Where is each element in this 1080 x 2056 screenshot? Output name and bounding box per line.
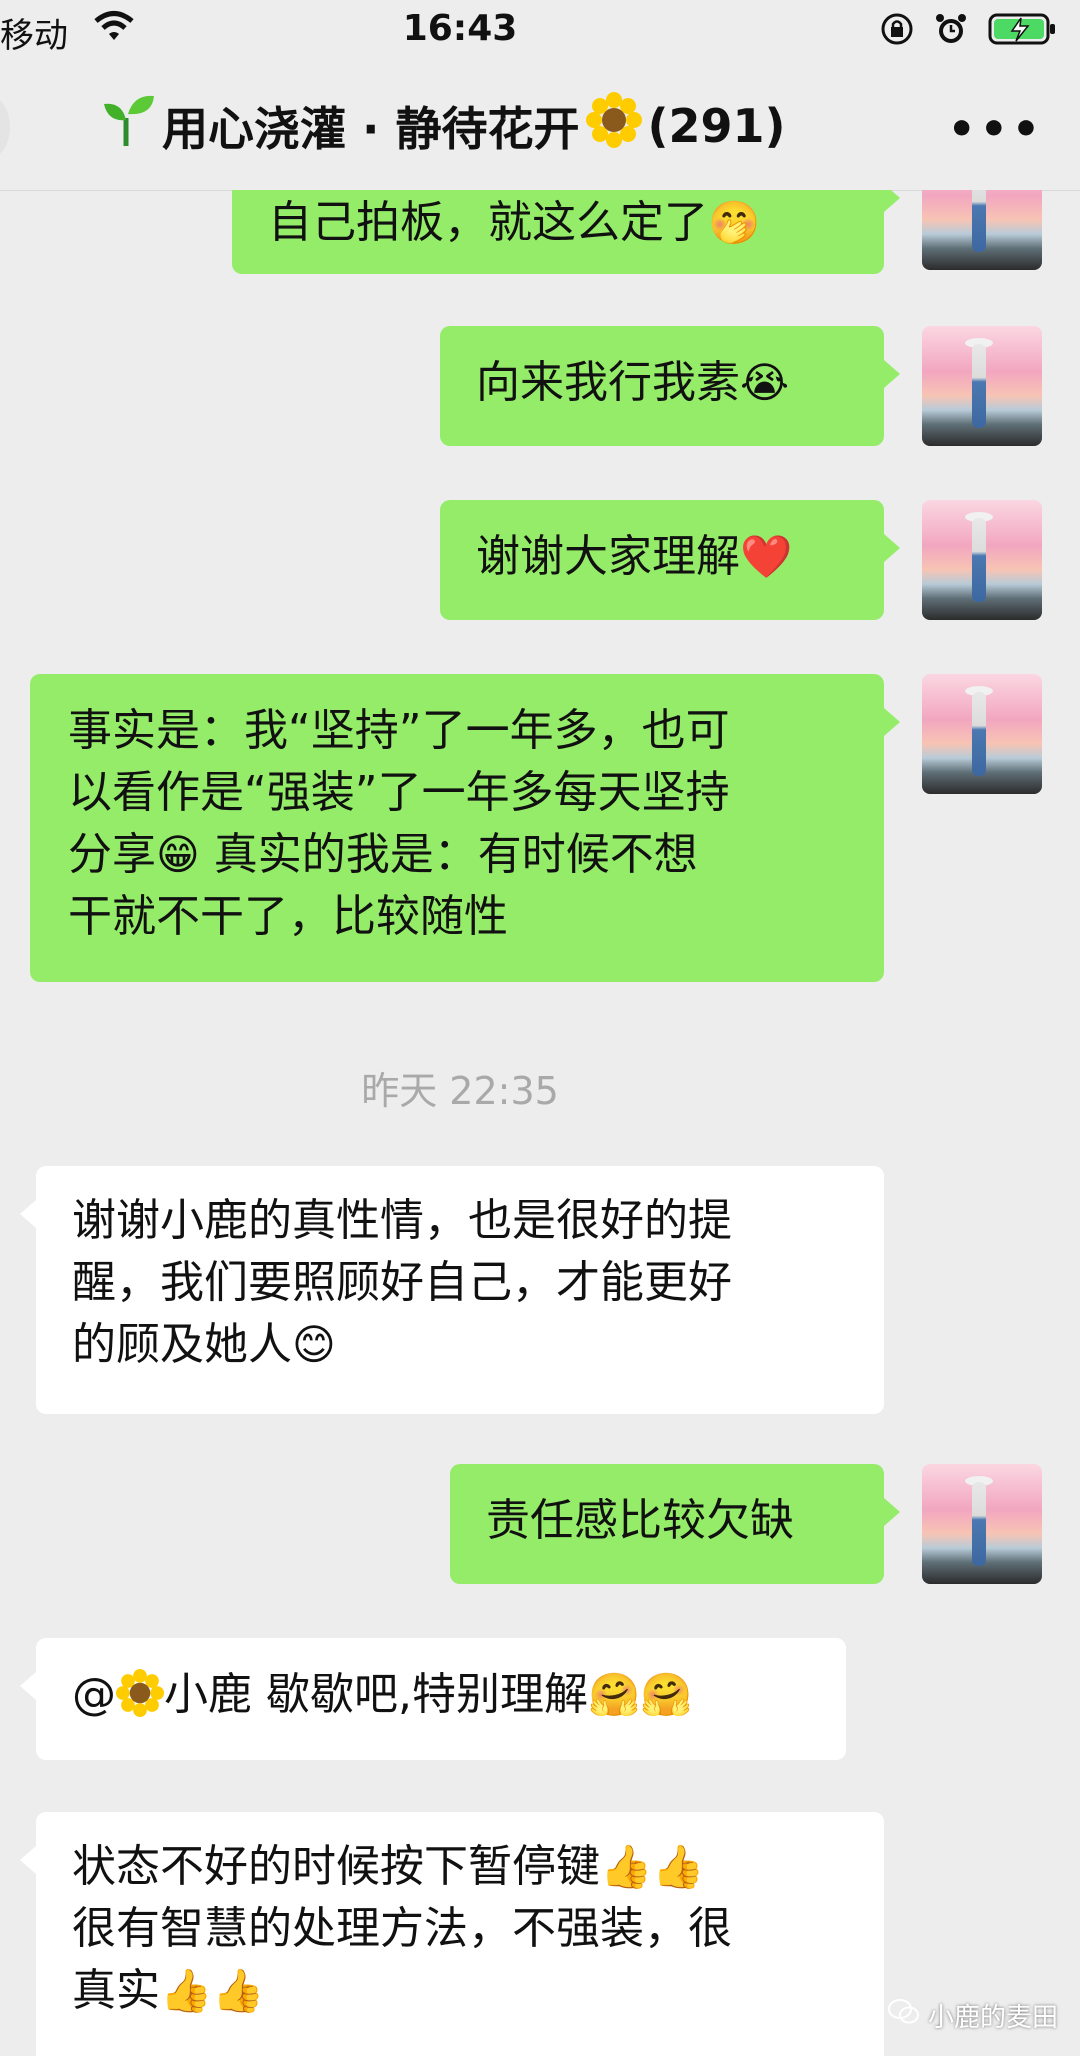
thumbs-up-emoji: 👍 [652, 1842, 705, 1891]
avatar[interactable] [922, 326, 1042, 446]
thumbs-up-emoji: 👍 [600, 1842, 653, 1891]
watermark-text: 小鹿的麦田 [927, 2003, 1058, 2033]
rotation-lock-icon [880, 12, 914, 55]
alarm-icon [934, 12, 968, 55]
message-bubble[interactable]: 责任感比较欠缺 [450, 1464, 900, 1584]
mention-name[interactable]: 小鹿 [164, 1669, 252, 1720]
message-bubble[interactable]: @ 小鹿 歇歇吧,特别理解🤗🤗 [20, 1638, 846, 1760]
battery-charging-icon [988, 12, 1058, 55]
heart-emoji: ❤️ [740, 532, 793, 581]
hugging-face-emoji: 🤗 [640, 1670, 693, 1719]
more-options-icon[interactable]: ••• [948, 104, 1044, 155]
chat-title: 用心浇灌 · 静待花开 (291) [100, 92, 786, 159]
message-text: 自己拍板，就这么定了 [268, 197, 708, 248]
grinning-face-emoji: 😁 [156, 830, 200, 879]
message-bubble[interactable]: 事实是：我“坚持”了一年多，也可 以看作是“强装”了一年多每天坚持 分享😁 真实… [30, 674, 900, 982]
message-text: 歇歇吧,特别理解 [266, 1669, 588, 1720]
back-button[interactable] [0, 96, 10, 158]
avatar[interactable] [922, 500, 1042, 620]
avatar[interactable] [922, 190, 1042, 270]
crying-face-emoji: 😭 [740, 358, 790, 407]
message-text: 向来我行我素 [476, 357, 740, 408]
clock: 16:43 [402, 8, 518, 49]
mention-prefix: @ [72, 1669, 116, 1720]
message-timestamp: 昨天 22:35 [361, 1069, 559, 1113]
message-line: 醒，我们要照顾好自己，才能更好 [72, 1257, 732, 1308]
message-bubble[interactable]: 向来我行我素😭 [440, 326, 900, 446]
chat-header: 用心浇灌 · 静待花开 (291) ••• [0, 64, 1080, 191]
message-bubble[interactable]: 状态不好的时候按下暂停键👍👍 很有智慧的处理方法，不强装，很 真实👍👍 [20, 1812, 884, 2056]
sunflower-icon [116, 1669, 164, 1734]
message-line: 状态不好的时候按下暂停键 [72, 1841, 600, 1892]
message-line: 的顾及她人 [72, 1319, 292, 1370]
member-count: (291) [647, 98, 786, 153]
message-line: 干就不干了，比较随性 [68, 891, 508, 942]
wechat-logo-icon [887, 1998, 920, 2033]
message-text: 责任感比较欠缺 [486, 1495, 794, 1546]
message-line: 事实是：我“坚持”了一年多，也可 [68, 705, 730, 756]
message-bubble[interactable]: 谢谢大家理解❤️ [440, 500, 900, 620]
message-line: 分享 [68, 829, 156, 880]
chat-messages[interactable]: 自己拍板，就这么定了🤭 向来我行我素😭 谢谢大家理解❤️ 事实是：我“坚持”了一… [0, 190, 1080, 2056]
message-line: 真实 [72, 1965, 160, 2016]
hugging-face-emoji: 🤗 [588, 1670, 641, 1719]
message-bubble[interactable]: 谢谢小鹿的真性情，也是很好的提 醒，我们要照顾好自己，才能更好 的顾及她人😊 [20, 1166, 884, 1414]
group-name: 用心浇灌 · 静待花开 [162, 101, 580, 156]
thumbs-up-emoji: 👍 [212, 1966, 265, 2015]
seedling-icon [100, 92, 156, 159]
smiling-face-emoji: 😊 [292, 1320, 336, 1369]
message-line: 谢谢小鹿的真性情，也是很好的提 [72, 1195, 732, 1246]
watermark: 小鹿的麦田 [887, 1997, 1058, 2034]
status-bar: 移动 16:43 [0, 0, 1080, 64]
avatar[interactable] [922, 674, 1042, 794]
message-bubble[interactable]: 自己拍板，就这么定了🤭 [232, 190, 900, 274]
avatar[interactable] [922, 1464, 1042, 1584]
message-line: 真实的我是：有时候不想 [213, 829, 698, 880]
message-text: 谢谢大家理解 [476, 531, 740, 582]
face-with-hand-emoji: 🤭 [708, 198, 761, 247]
sunflower-icon [585, 92, 642, 159]
message-line: 很有智慧的处理方法，不强装，很 [72, 1903, 732, 1954]
thumbs-up-emoji: 👍 [160, 1966, 213, 2015]
message-line: 以看作是“强装”了一年多每天坚持 [68, 767, 730, 818]
